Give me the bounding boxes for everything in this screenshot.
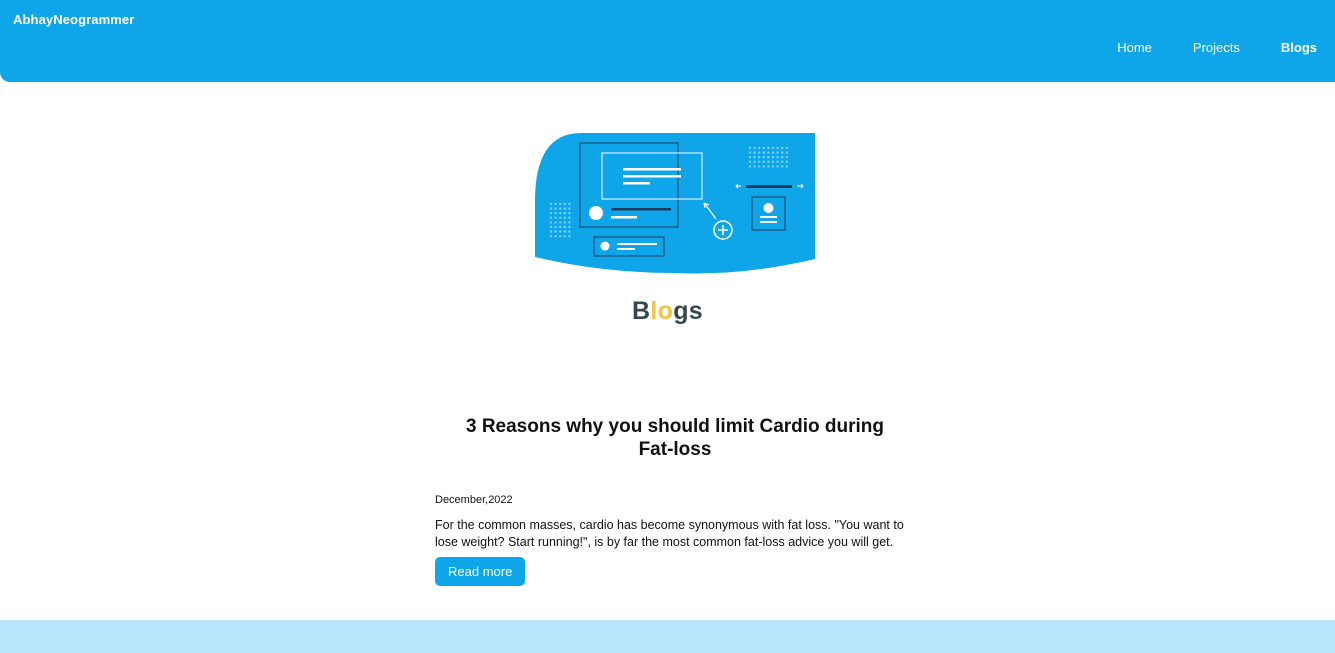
footer: [0, 620, 1335, 653]
nav-projects-link[interactable]: Projects: [1193, 40, 1240, 55]
nav-links: Home Projects Blogs: [1076, 40, 1317, 55]
page-title-start: B: [632, 297, 651, 325]
post-title[interactable]: 3 Reasons why you should limit Cardio du…: [435, 415, 915, 461]
hero-illustration: [533, 131, 817, 275]
page-title-end: gs: [673, 297, 703, 325]
page-title-accent: lo: [650, 297, 674, 325]
blog-illustration-icon: [535, 133, 815, 274]
post-excerpt: For the common masses, cardio has become…: [435, 518, 904, 549]
nav-home-link[interactable]: Home: [1117, 40, 1152, 55]
post-date: December,2022: [435, 494, 513, 506]
nav-blogs-link[interactable]: Blogs: [1281, 40, 1317, 55]
read-more-button[interactable]: Read more: [435, 557, 526, 586]
blog-post-card: 3 Reasons why you should limit Cardio du…: [435, 415, 915, 586]
navbar: AbhayNeogrammer Home Projects Blogs: [0, 0, 1335, 82]
page-title: Blogs: [0, 297, 1335, 326]
brand-logo[interactable]: AbhayNeogrammer: [13, 12, 134, 27]
